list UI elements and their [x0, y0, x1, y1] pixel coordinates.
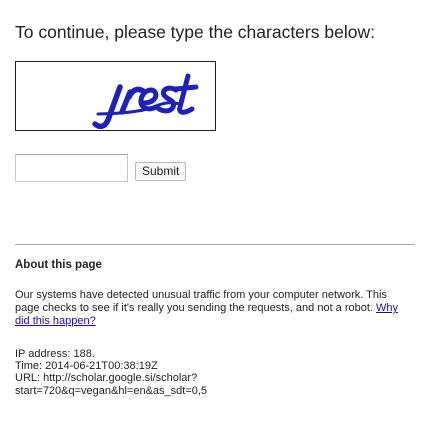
time-line: Time: 2014-06-21T00:38:19Z: [15, 360, 158, 373]
ip-address-line: IP address: 188.: [15, 348, 95, 360]
page-heading: To continue, please type the characters …: [15, 22, 375, 42]
section-divider: [15, 244, 415, 245]
captcha-image: [15, 61, 216, 131]
request-info: IP address: 188. Time: 2014-06-21T00:38:…: [15, 348, 410, 397]
about-paragraph: Our systems have detected unusual traffi…: [15, 289, 410, 329]
captcha-glyph-j: [92, 84, 123, 130]
captcha-glyph-s: [155, 85, 179, 114]
about-title: About this page: [15, 259, 102, 271]
url-line-continued: start=720&q=vegan&hl=en&as_sdt=0,5: [15, 384, 208, 397]
captcha-answer-input[interactable]: [15, 154, 128, 182]
captcha-graphic: [92, 73, 199, 130]
captcha-page: To continue, please type the characters …: [0, 0, 425, 429]
url-line: URL: http://scholar.google.si/scholar?: [15, 372, 198, 385]
submit-button[interactable]: Submit: [135, 162, 187, 181]
captcha-glyph-e: [138, 87, 159, 112]
about-paragraph-text: Our systems have detected unusual traffi…: [15, 289, 387, 315]
captcha-glyph-t: [173, 73, 199, 115]
